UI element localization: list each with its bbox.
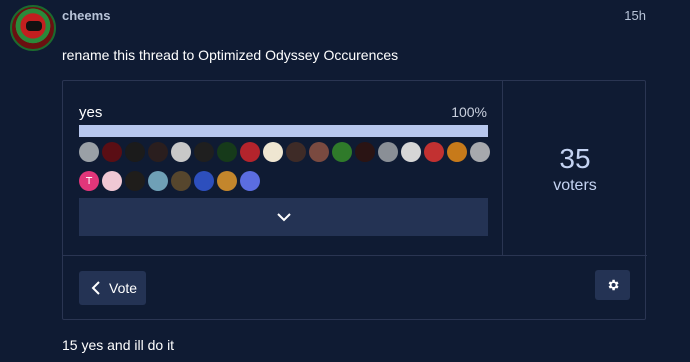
voter-avatar[interactable] [355,142,375,162]
voter-count-label: voters [553,176,597,194]
voter-avatar[interactable] [240,171,260,191]
voter-avatar[interactable] [217,142,237,162]
voter-avatar[interactable] [240,142,260,162]
poll-progress-fill [79,125,488,137]
voter-avatar[interactable]: T [79,171,99,191]
voter-avatars-row [79,142,490,162]
username[interactable]: cheems [62,8,110,23]
voter-avatar[interactable] [332,142,352,162]
voter-avatar[interactable] [401,142,421,162]
user-avatar[interactable] [10,5,56,51]
voter-avatar[interactable] [125,142,145,162]
voter-avatar[interactable] [309,142,329,162]
voter-avatar[interactable] [217,171,237,191]
vote-button[interactable]: Vote [79,271,146,305]
chevron-down-icon [276,213,291,222]
voter-avatar[interactable] [286,142,306,162]
voter-avatar[interactable] [378,142,398,162]
post-timestamp[interactable]: 15h [624,8,646,23]
voter-avatar[interactable] [171,171,191,191]
vote-button-label: Vote [109,280,138,296]
voter-avatar[interactable] [263,142,283,162]
voter-avatar[interactable] [194,171,214,191]
voter-count: 35 voters [503,81,647,256]
poll-progress-bar [79,125,488,137]
voter-avatar[interactable] [447,142,467,162]
voter-avatars-row: T [79,171,260,191]
expand-voters-button[interactable] [79,198,488,236]
voter-avatar[interactable] [171,142,191,162]
gear-icon [608,279,619,291]
voter-avatar[interactable] [148,142,168,162]
poll-option-percent: 100% [451,104,487,120]
voter-avatar[interactable] [148,171,168,191]
poll-option-label: yes [79,104,103,121]
poll-container: yes 100% T 35 voters Vote [62,80,647,320]
poll-divider [63,255,647,256]
poll-settings-button[interactable] [595,270,630,300]
voter-avatar[interactable] [194,142,214,162]
voter-avatar[interactable] [79,142,99,162]
chevron-left-icon [91,281,100,295]
voter-avatar[interactable] [125,171,145,191]
voter-avatar[interactable] [102,171,122,191]
voter-avatar[interactable] [424,142,444,162]
voter-avatar[interactable] [102,142,122,162]
reply-body: 15 yes and ill do it [62,337,175,353]
poll-results: yes 100% T [63,81,503,256]
voter-count-number: 35 [559,142,591,174]
voter-avatar[interactable] [470,142,490,162]
post-body: rename this thread to Optimized Odyssey … [62,47,399,63]
